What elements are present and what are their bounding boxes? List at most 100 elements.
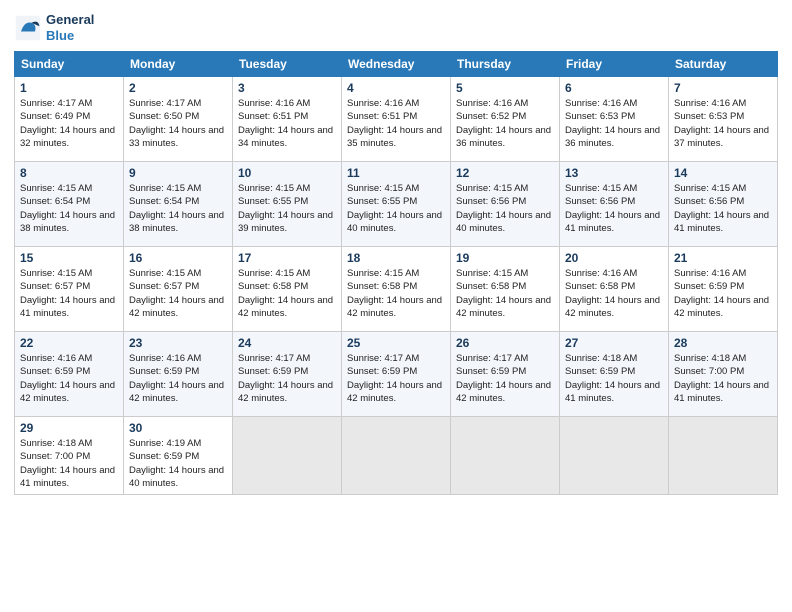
day-number: 29 xyxy=(20,421,118,435)
table-cell: 8 Sunrise: 4:15 AM Sunset: 6:54 PM Dayli… xyxy=(15,162,124,247)
table-cell: 18 Sunrise: 4:15 AM Sunset: 6:58 PM Dayl… xyxy=(342,247,451,332)
cell-text: Sunrise: 4:19 AM Sunset: 6:59 PM Dayligh… xyxy=(129,437,227,490)
table-cell: 27 Sunrise: 4:18 AM Sunset: 6:59 PM Dayl… xyxy=(560,332,669,417)
table-cell: 15 Sunrise: 4:15 AM Sunset: 6:57 PM Dayl… xyxy=(15,247,124,332)
table-cell: 24 Sunrise: 4:17 AM Sunset: 6:59 PM Dayl… xyxy=(233,332,342,417)
table-cell: 26 Sunrise: 4:17 AM Sunset: 6:59 PM Dayl… xyxy=(451,332,560,417)
cell-text: Sunrise: 4:15 AM Sunset: 6:54 PM Dayligh… xyxy=(20,182,118,235)
cell-text: Sunrise: 4:16 AM Sunset: 6:59 PM Dayligh… xyxy=(129,352,227,405)
day-number: 12 xyxy=(456,166,554,180)
cell-text: Sunrise: 4:16 AM Sunset: 6:51 PM Dayligh… xyxy=(238,97,336,150)
cell-text: Sunrise: 4:15 AM Sunset: 6:57 PM Dayligh… xyxy=(129,267,227,320)
cell-text: Sunrise: 4:15 AM Sunset: 6:57 PM Dayligh… xyxy=(20,267,118,320)
cell-text: Sunrise: 4:15 AM Sunset: 6:58 PM Dayligh… xyxy=(347,267,445,320)
table-cell: 1 Sunrise: 4:17 AM Sunset: 6:49 PM Dayli… xyxy=(15,77,124,162)
cell-text: Sunrise: 4:17 AM Sunset: 6:50 PM Dayligh… xyxy=(129,97,227,150)
table-cell: 4 Sunrise: 4:16 AM Sunset: 6:51 PM Dayli… xyxy=(342,77,451,162)
cell-text: Sunrise: 4:16 AM Sunset: 6:59 PM Dayligh… xyxy=(20,352,118,405)
day-number: 15 xyxy=(20,251,118,265)
cell-text: Sunrise: 4:16 AM Sunset: 6:52 PM Dayligh… xyxy=(456,97,554,150)
table-cell: 14 Sunrise: 4:15 AM Sunset: 6:56 PM Dayl… xyxy=(669,162,778,247)
cell-text: Sunrise: 4:17 AM Sunset: 6:49 PM Dayligh… xyxy=(20,97,118,150)
cell-text: Sunrise: 4:17 AM Sunset: 6:59 PM Dayligh… xyxy=(347,352,445,405)
day-number: 14 xyxy=(674,166,772,180)
table-cell: 12 Sunrise: 4:15 AM Sunset: 6:56 PM Dayl… xyxy=(451,162,560,247)
table-cell: 13 Sunrise: 4:15 AM Sunset: 6:56 PM Dayl… xyxy=(560,162,669,247)
col-friday: Friday xyxy=(560,52,669,77)
table-cell: 28 Sunrise: 4:18 AM Sunset: 7:00 PM Dayl… xyxy=(669,332,778,417)
cell-text: Sunrise: 4:15 AM Sunset: 6:56 PM Dayligh… xyxy=(456,182,554,235)
table-cell: 29 Sunrise: 4:18 AM Sunset: 7:00 PM Dayl… xyxy=(15,417,124,495)
day-number: 20 xyxy=(565,251,663,265)
table-cell: 19 Sunrise: 4:15 AM Sunset: 6:58 PM Dayl… xyxy=(451,247,560,332)
cell-text: Sunrise: 4:16 AM Sunset: 6:53 PM Dayligh… xyxy=(674,97,772,150)
day-number: 16 xyxy=(129,251,227,265)
table-cell: 21 Sunrise: 4:16 AM Sunset: 6:59 PM Dayl… xyxy=(669,247,778,332)
cell-text: Sunrise: 4:16 AM Sunset: 6:53 PM Dayligh… xyxy=(565,97,663,150)
day-number: 6 xyxy=(565,81,663,95)
day-number: 11 xyxy=(347,166,445,180)
table-cell: 30 Sunrise: 4:19 AM Sunset: 6:59 PM Dayl… xyxy=(124,417,233,495)
day-number: 18 xyxy=(347,251,445,265)
calendar-table: Sunday Monday Tuesday Wednesday Thursday… xyxy=(14,51,778,495)
table-cell: 17 Sunrise: 4:15 AM Sunset: 6:58 PM Dayl… xyxy=(233,247,342,332)
day-number: 27 xyxy=(565,336,663,350)
col-wednesday: Wednesday xyxy=(342,52,451,77)
table-cell: 10 Sunrise: 4:15 AM Sunset: 6:55 PM Dayl… xyxy=(233,162,342,247)
table-cell: 2 Sunrise: 4:17 AM Sunset: 6:50 PM Dayli… xyxy=(124,77,233,162)
cell-text: Sunrise: 4:18 AM Sunset: 7:00 PM Dayligh… xyxy=(20,437,118,490)
page: General Blue Sunday Monday Tuesday Wedne… xyxy=(0,0,792,612)
table-cell: 16 Sunrise: 4:15 AM Sunset: 6:57 PM Dayl… xyxy=(124,247,233,332)
day-number: 2 xyxy=(129,81,227,95)
day-number: 5 xyxy=(456,81,554,95)
day-number: 1 xyxy=(20,81,118,95)
table-cell xyxy=(233,417,342,495)
cell-text: Sunrise: 4:16 AM Sunset: 6:58 PM Dayligh… xyxy=(565,267,663,320)
day-number: 4 xyxy=(347,81,445,95)
day-number: 10 xyxy=(238,166,336,180)
col-thursday: Thursday xyxy=(451,52,560,77)
day-number: 8 xyxy=(20,166,118,180)
table-cell: 9 Sunrise: 4:15 AM Sunset: 6:54 PM Dayli… xyxy=(124,162,233,247)
day-number: 26 xyxy=(456,336,554,350)
table-cell xyxy=(451,417,560,495)
table-cell: 5 Sunrise: 4:16 AM Sunset: 6:52 PM Dayli… xyxy=(451,77,560,162)
day-number: 22 xyxy=(20,336,118,350)
cell-text: Sunrise: 4:15 AM Sunset: 6:55 PM Dayligh… xyxy=(347,182,445,235)
table-cell xyxy=(560,417,669,495)
day-number: 17 xyxy=(238,251,336,265)
logo-icon xyxy=(14,14,42,42)
table-cell: 3 Sunrise: 4:16 AM Sunset: 6:51 PM Dayli… xyxy=(233,77,342,162)
col-tuesday: Tuesday xyxy=(233,52,342,77)
logo-text: General Blue xyxy=(46,12,94,43)
col-saturday: Saturday xyxy=(669,52,778,77)
day-number: 7 xyxy=(674,81,772,95)
day-number: 3 xyxy=(238,81,336,95)
cell-text: Sunrise: 4:15 AM Sunset: 6:58 PM Dayligh… xyxy=(238,267,336,320)
cell-text: Sunrise: 4:15 AM Sunset: 6:56 PM Dayligh… xyxy=(674,182,772,235)
table-cell: 23 Sunrise: 4:16 AM Sunset: 6:59 PM Dayl… xyxy=(124,332,233,417)
header-row: Sunday Monday Tuesday Wednesday Thursday… xyxy=(15,52,778,77)
cell-text: Sunrise: 4:17 AM Sunset: 6:59 PM Dayligh… xyxy=(456,352,554,405)
table-cell: 6 Sunrise: 4:16 AM Sunset: 6:53 PM Dayli… xyxy=(560,77,669,162)
cell-text: Sunrise: 4:15 AM Sunset: 6:55 PM Dayligh… xyxy=(238,182,336,235)
day-number: 19 xyxy=(456,251,554,265)
table-cell: 22 Sunrise: 4:16 AM Sunset: 6:59 PM Dayl… xyxy=(15,332,124,417)
table-cell: 11 Sunrise: 4:15 AM Sunset: 6:55 PM Dayl… xyxy=(342,162,451,247)
cell-text: Sunrise: 4:17 AM Sunset: 6:59 PM Dayligh… xyxy=(238,352,336,405)
day-number: 25 xyxy=(347,336,445,350)
day-number: 13 xyxy=(565,166,663,180)
day-number: 28 xyxy=(674,336,772,350)
cell-text: Sunrise: 4:16 AM Sunset: 6:51 PM Dayligh… xyxy=(347,97,445,150)
day-number: 24 xyxy=(238,336,336,350)
table-cell xyxy=(342,417,451,495)
table-cell: 25 Sunrise: 4:17 AM Sunset: 6:59 PM Dayl… xyxy=(342,332,451,417)
cell-text: Sunrise: 4:15 AM Sunset: 6:54 PM Dayligh… xyxy=(129,182,227,235)
day-number: 23 xyxy=(129,336,227,350)
day-number: 9 xyxy=(129,166,227,180)
cell-text: Sunrise: 4:15 AM Sunset: 6:56 PM Dayligh… xyxy=(565,182,663,235)
header: General Blue xyxy=(14,12,778,43)
table-cell: 7 Sunrise: 4:16 AM Sunset: 6:53 PM Dayli… xyxy=(669,77,778,162)
col-monday: Monday xyxy=(124,52,233,77)
col-sunday: Sunday xyxy=(15,52,124,77)
